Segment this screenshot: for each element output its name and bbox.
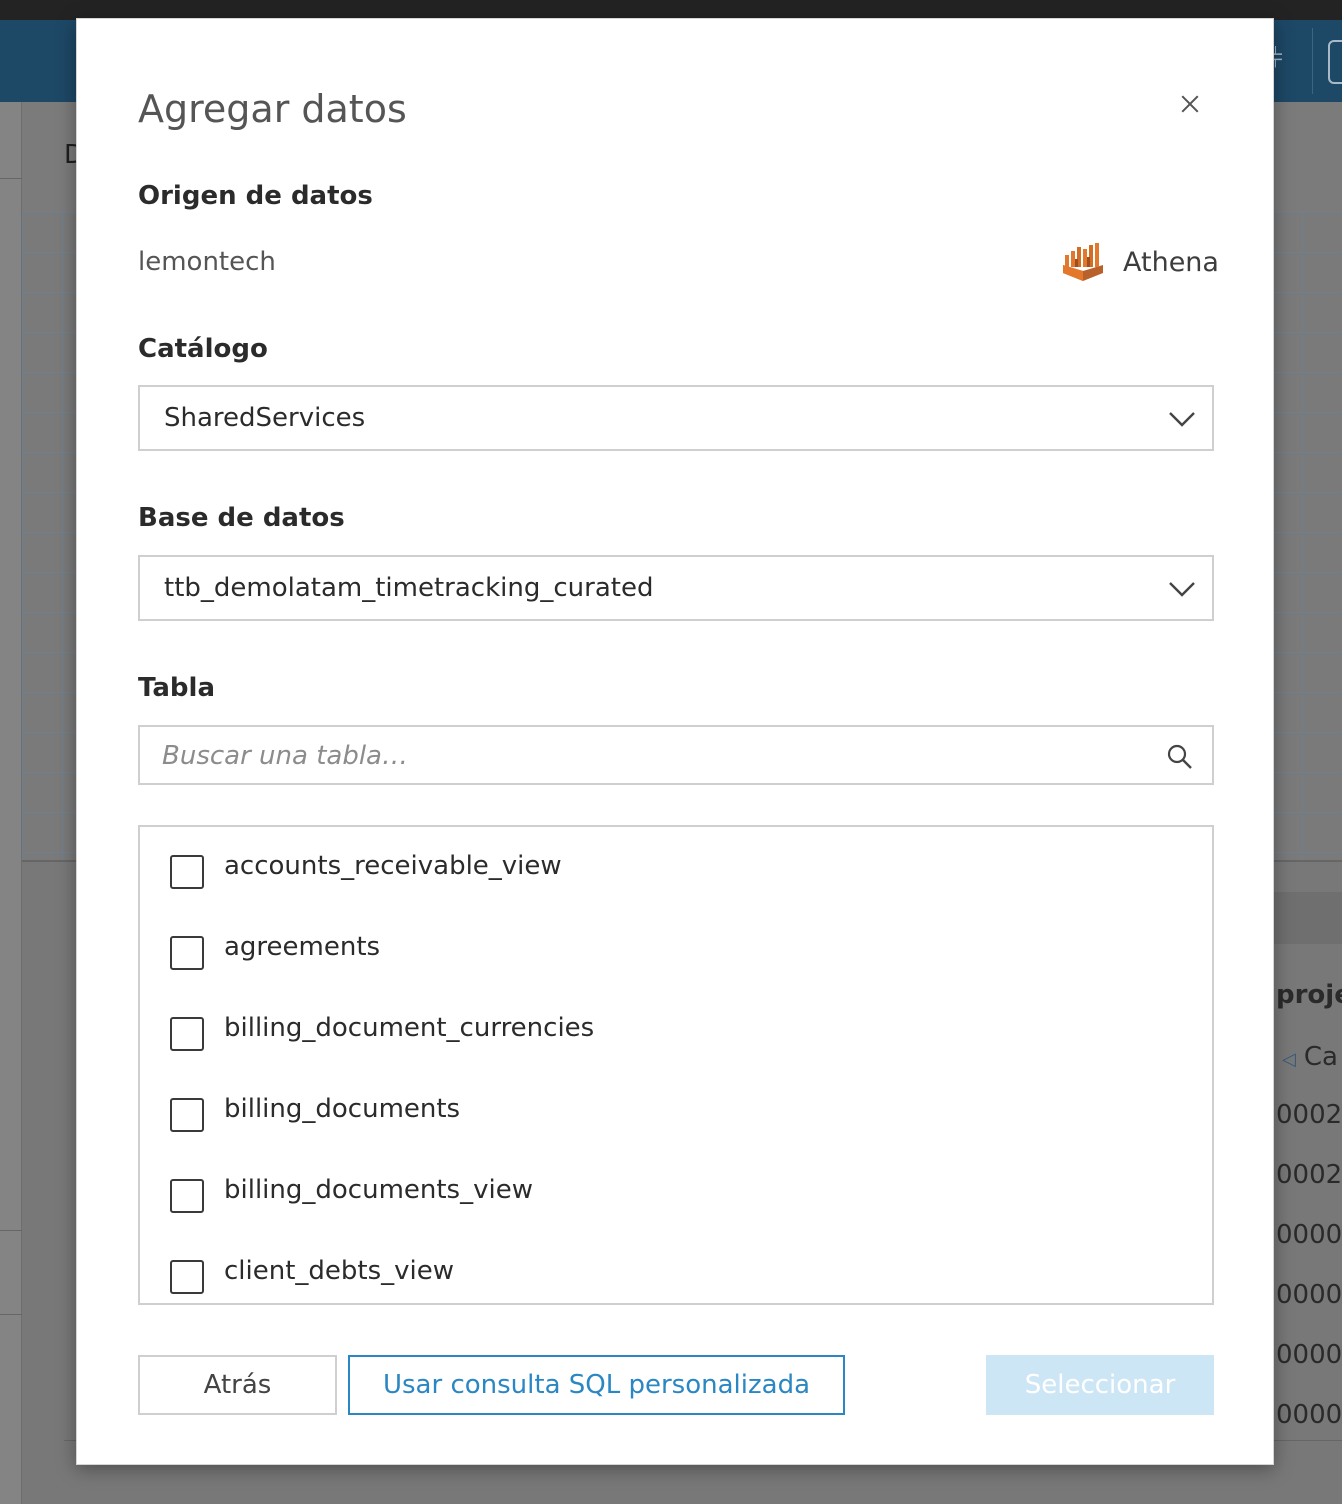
tag-icon: ◁ bbox=[1282, 1049, 1296, 1070]
close-icon[interactable] bbox=[1175, 89, 1205, 119]
add-data-dialog: Agregar datos Origen de datos lemontech … bbox=[76, 18, 1274, 1465]
table-name: client_debts_view bbox=[224, 1256, 455, 1286]
back-button[interactable]: Atrás bbox=[138, 1355, 337, 1415]
table-list[interactable]: accounts_receivable_view agreements bill… bbox=[138, 825, 1214, 1305]
table-name: billing_documents_view bbox=[224, 1175, 533, 1205]
preview-cell: 00002 bbox=[1276, 1280, 1342, 1310]
table-name: agreements bbox=[224, 932, 381, 962]
table-checkbox[interactable] bbox=[170, 1098, 204, 1132]
table-search bbox=[138, 725, 1214, 785]
top-strip bbox=[0, 0, 1342, 20]
preview-cell: 00023 bbox=[1276, 1100, 1342, 1130]
header-button bbox=[1328, 40, 1342, 84]
table-label: Tabla bbox=[138, 673, 215, 703]
preview-tab-bar bbox=[1274, 892, 1342, 944]
dialog-title: Agregar datos bbox=[138, 87, 407, 131]
preview-cell: 00023 bbox=[1276, 1160, 1342, 1190]
catalog-label: Catálogo bbox=[138, 334, 268, 364]
table-list-item[interactable]: agreements bbox=[140, 922, 1212, 982]
table-list-item[interactable]: billing_documents bbox=[140, 1084, 1212, 1144]
table-checkbox[interactable] bbox=[170, 855, 204, 889]
table-checkbox[interactable] bbox=[170, 1017, 204, 1051]
database-select[interactable]: ttb_demolatam_timetracking_curated bbox=[138, 555, 1214, 621]
preview-cell: 00001 bbox=[1276, 1220, 1342, 1250]
left-panel-divider bbox=[0, 178, 22, 179]
database-label: Base de datos bbox=[138, 503, 345, 533]
athena-logo-icon bbox=[1063, 243, 1103, 281]
table-list-item[interactable]: billing_document_currencies bbox=[140, 1003, 1212, 1063]
data-source-name: lemontech bbox=[138, 247, 276, 277]
database-selected-value: ttb_demolatam_timetracking_curated bbox=[164, 573, 654, 603]
search-icon bbox=[1167, 744, 1192, 769]
data-source-type-label: Athena bbox=[1123, 246, 1219, 278]
catalog-select[interactable]: SharedServices bbox=[138, 385, 1214, 451]
table-checkbox[interactable] bbox=[170, 1260, 204, 1294]
table-checkbox[interactable] bbox=[170, 1179, 204, 1213]
table-name: billing_document_currencies bbox=[224, 1013, 595, 1043]
left-panel-divider bbox=[0, 1230, 22, 1231]
data-source-type: Athena bbox=[1061, 241, 1219, 283]
table-name: accounts_receivable_view bbox=[224, 851, 562, 881]
custom-sql-button[interactable]: Usar consulta SQL personalizada bbox=[348, 1355, 845, 1415]
table-search-input[interactable] bbox=[162, 737, 1122, 775]
table-checkbox[interactable] bbox=[170, 936, 204, 970]
left-panel bbox=[0, 102, 22, 1504]
data-source-label: Origen de datos bbox=[138, 181, 373, 211]
table-list-item[interactable]: billing_documents_view bbox=[140, 1165, 1212, 1225]
left-panel-divider bbox=[0, 1314, 22, 1315]
preview-column-type: ◁ Ca bbox=[1282, 1042, 1338, 1072]
table-list-item[interactable]: client_debts_view bbox=[140, 1246, 1212, 1303]
preview-cell: 00002 bbox=[1276, 1340, 1342, 1370]
select-button[interactable]: Seleccionar bbox=[986, 1355, 1214, 1415]
table-list-item[interactable]: accounts_receivable_view bbox=[140, 841, 1212, 901]
preview-column-header: proje bbox=[1276, 980, 1342, 1010]
preview-cell: 00000 bbox=[1276, 1400, 1342, 1430]
header-separator bbox=[1312, 28, 1313, 94]
catalog-selected-value: SharedServices bbox=[164, 403, 366, 433]
table-name: billing_documents bbox=[224, 1094, 461, 1124]
chevron-down-icon bbox=[1169, 412, 1195, 427]
chevron-down-icon bbox=[1169, 582, 1195, 597]
preview-column-type-label: Ca bbox=[1303, 1042, 1338, 1072]
